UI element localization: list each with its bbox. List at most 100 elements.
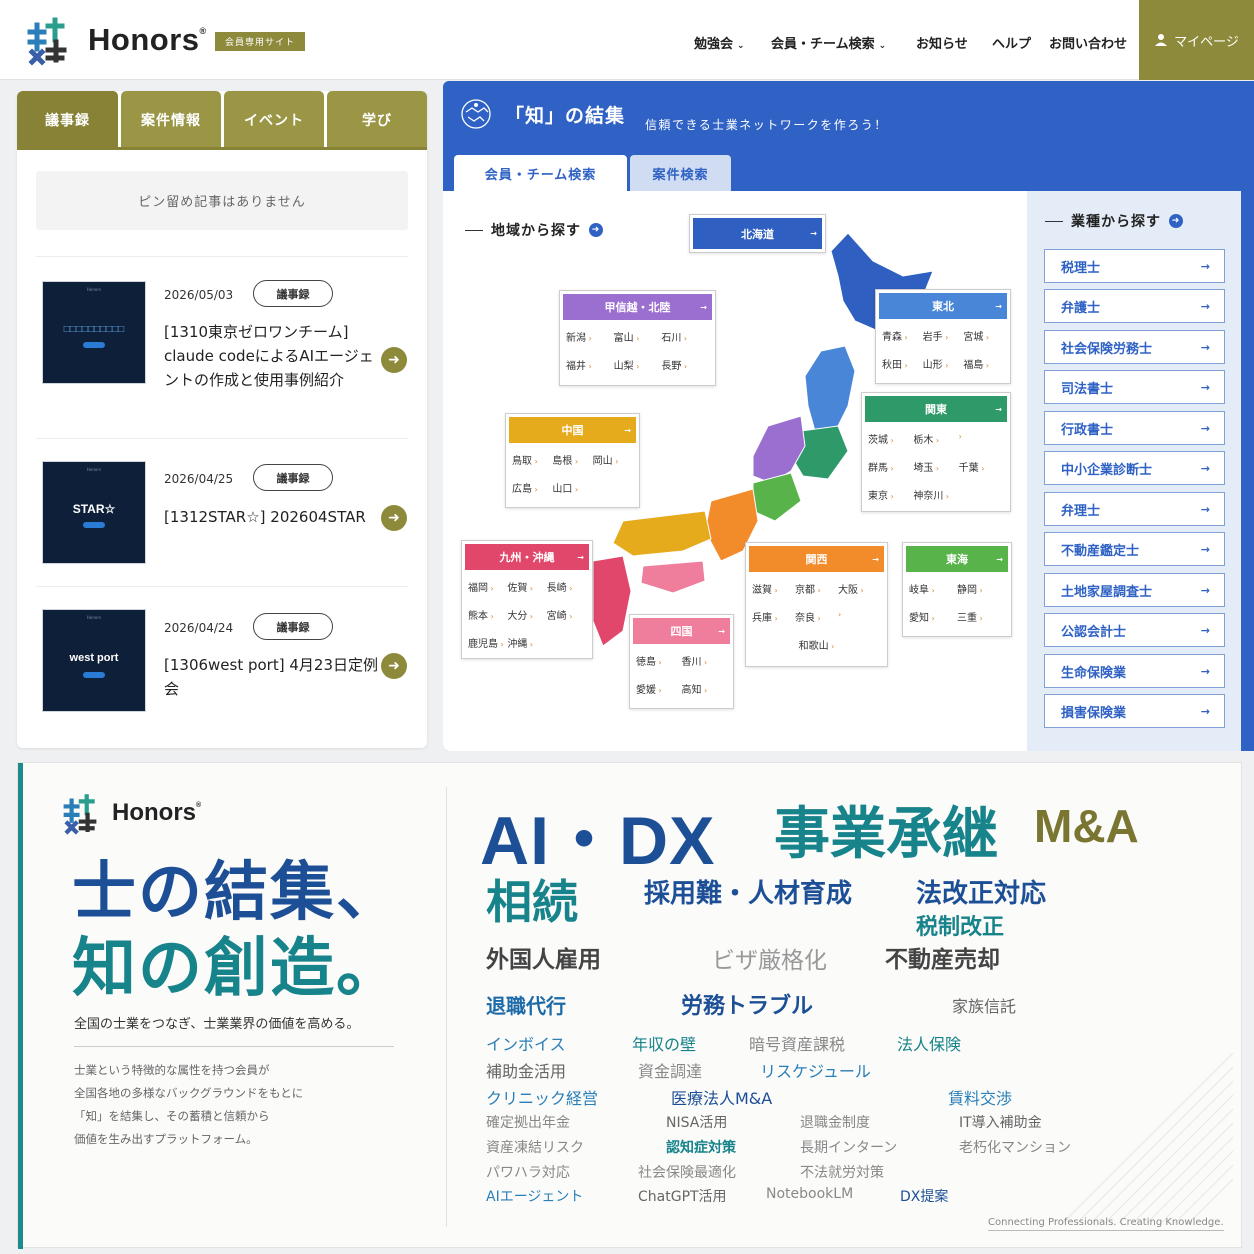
pref-link[interactable]: 石川 [661,329,709,344]
pref-link[interactable]: 滋賀 [752,581,795,596]
industry-non-life-insurance[interactable]: 損害保険業 → [1044,694,1225,728]
industry-lawyer[interactable]: 弁護士 → [1044,289,1225,323]
nav-news[interactable]: お知らせ [916,33,968,52]
pref-link[interactable]: 和歌山 [752,637,881,652]
arrow-right-icon[interactable]: ➜ [381,505,407,531]
industry-life-insurance[interactable]: 生命保険業 → [1044,654,1225,688]
pref-link[interactable]: 兵庫 [752,609,795,624]
keyword: AIエージェント [486,1189,584,1205]
industry-sme-consultant[interactable]: 中小企業診断士 → [1044,451,1225,485]
region-hokkaido[interactable]: 北海道 → [689,214,826,253]
region-shikoku[interactable]: 四国→ 徳島 香川 愛媛 高知 [629,614,734,709]
hero-line-1: 士の結集、 [72,855,402,930]
pref-link[interactable]: 高知 [682,681,728,696]
article-title[interactable]: [1312STAR☆] 202604STAR [164,505,379,529]
pref-link[interactable]: 岐阜 [909,581,957,596]
region-tokai[interactable]: 東海→ 岐阜 静岡 愛知 三重 [902,542,1012,637]
pref-link[interactable]: 茨城 [868,431,913,446]
pref-link[interactable]: 宮崎 [547,607,586,622]
industry-cpa[interactable]: 公認会計士 → [1044,613,1225,647]
industry-tax-accountant[interactable]: 税理士 → [1044,249,1225,283]
pref-link[interactable]: 福岡 [468,579,507,594]
region-kansai[interactable]: 関西→ 滋賀 京都 大阪 兵庫 奈良 和歌山 [745,542,888,667]
banner-logo: Honors® [112,799,202,826]
pref-link[interactable]: 埼玉 [913,459,958,474]
pref-link[interactable]: 三重 [957,609,1005,624]
arrow-right-icon[interactable]: ➜ [381,653,407,679]
pref-link[interactable]: 青森 [882,328,923,343]
industry-land-surveyor[interactable]: 土地家屋調査士 → [1044,573,1225,607]
mypage-button[interactable]: マイページ [1139,0,1254,80]
article-thumbnail[interactable]: Honors west port [42,609,146,712]
pref-link[interactable]: 広島 [512,480,552,495]
tab-events[interactable]: イベント [224,91,324,148]
pref-link[interactable]: 愛媛 [636,681,682,696]
pref-link[interactable]: 福井 [566,357,614,372]
industry-patent-attorney[interactable]: 弁理士 → [1044,492,1225,526]
arrow-right-icon[interactable]: ➜ [381,347,407,373]
pref-link[interactable]: 福島 [963,356,1004,371]
nav-help[interactable]: ヘルプ [992,33,1031,52]
pref-link[interactable]: 秋田 [882,356,923,371]
pref-link[interactable]: 奈良 [795,609,838,624]
region-kanto[interactable]: 関東→ 茨城 栃木 群馬 埼玉 千葉 東京 神奈川 [861,392,1011,512]
pref-link[interactable]: 富山 [614,329,662,344]
tab-minutes[interactable]: 議事録 [17,91,118,148]
nav-study[interactable]: 勉強会 ⌄ [694,33,745,52]
pref-link[interactable]: 沖縄 [507,635,546,650]
pref-link[interactable]: 山梨 [614,357,662,372]
pref-link[interactable]: 徳島 [636,653,682,668]
industry-administrative-scrivener[interactable]: 行政書士 → [1044,411,1225,445]
arrow-right-icon: → [996,554,1003,564]
pref-link[interactable]: 鳥取 [512,452,552,467]
region-chugoku[interactable]: 中国→ 鳥取 島根 岡山 広島 山口 [505,413,640,508]
keyword: 法人保険 [897,1035,962,1054]
industry-labor-consultant[interactable]: 社会保険労務士 → [1044,330,1225,364]
pref-link[interactable]: 山形 [923,356,964,371]
article-thumbnail[interactable]: Honors □□□□□□□□□□ [42,281,146,384]
pref-link[interactable]: 神奈川 [913,487,958,502]
pref-link[interactable]: 東京 [868,487,913,502]
tab-learning[interactable]: 学び [327,91,427,148]
pref-link[interactable]: 香川 [682,653,728,668]
site-logo[interactable]: Honors® [88,22,207,58]
pref-link[interactable]: 鹿児島 [468,635,507,650]
article-tag[interactable]: 議事録 [253,464,333,491]
pref-link[interactable]: 長野 [661,357,709,372]
pref-link[interactable]: 静岡 [957,581,1005,596]
pref-link[interactable]: 栃木 [913,431,958,446]
pref-link[interactable]: 群馬 [868,459,913,474]
region-tohoku[interactable]: 東北→ 青森 岩手 宮城 秋田 山形 福島 [875,289,1011,384]
article-title[interactable]: [1306west port] 4月23日定例会 [164,653,379,701]
industry-judicial-scrivener[interactable]: 司法書士 → [1044,370,1225,404]
pref-link[interactable]: 岩手 [923,328,964,343]
region-koshinetsu[interactable]: 甲信越・北陸→ 新潟 富山 石川 福井 山梨 長野 [559,290,716,386]
pref-link[interactable]: 熊本 [468,607,507,622]
tab-member-search[interactable]: 会員・チーム検索 [454,155,627,191]
pref-link[interactable]: 島根 [552,452,592,467]
article-thumbnail[interactable]: Honors STAR☆ [42,461,146,564]
pref-link[interactable]: 愛知 [909,609,957,624]
nav-member-search[interactable]: 会員・チーム検索 ⌄ [771,33,886,52]
hero-banner[interactable]: Honors® 士の結集、 知の創造。 全国の士業をつなぎ、士業業界の価値を高め… [17,762,1242,1249]
article-tag[interactable]: 議事録 [253,613,333,640]
pref-link[interactable]: 岡山 [593,452,633,467]
pref-link[interactable]: 長崎 [547,579,586,594]
industry-real-estate-appraiser[interactable]: 不動産鑑定士 → [1044,532,1225,566]
region-kyushu[interactable]: 九州・沖縄→ 福岡 佐賀 長崎 熊本 大分 宮崎 鹿児島 沖縄 [461,540,593,659]
pref-link[interactable]: 京都 [795,581,838,596]
article-title[interactable]: [1310東京ゼロワンチーム] claude codeによるAIエージェントの作… [164,320,376,392]
article-tag[interactable]: 議事録 [253,280,333,307]
tab-cases[interactable]: 案件情報 [121,91,221,148]
pref-link[interactable]: 新潟 [566,329,614,344]
honors-logo-icon[interactable] [22,16,72,66]
nav-contact[interactable]: お問い合わせ [1049,33,1127,52]
pref-link[interactable]: 佐賀 [507,579,546,594]
pref-link[interactable]: 大阪 [838,581,881,596]
tab-case-search[interactable]: 案件検索 [630,155,731,191]
pref-link[interactable]: 大分 [507,607,546,622]
pref-link[interactable]: 宮城 [963,328,1004,343]
pref-link[interactable]: 千葉 [959,459,1004,474]
arrow-right-icon[interactable]: ➜ [1169,214,1183,228]
pref-link[interactable]: 山口 [552,480,592,495]
